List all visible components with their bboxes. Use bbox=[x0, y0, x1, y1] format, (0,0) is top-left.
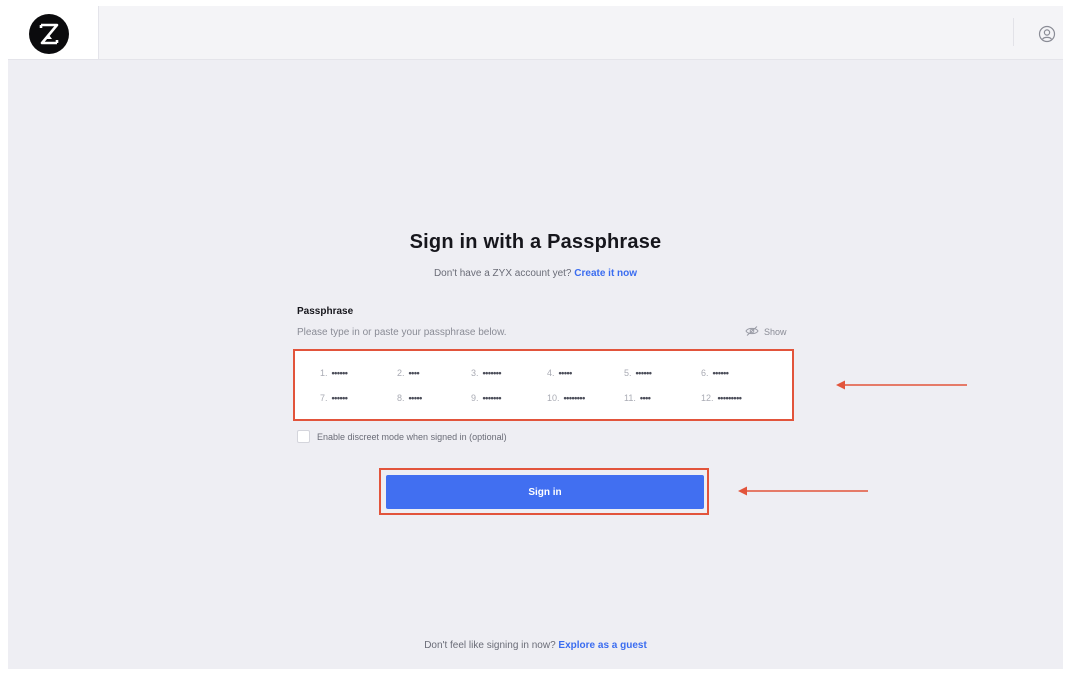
annotation-arrow-passphrase bbox=[836, 380, 967, 390]
word-mask: •••• bbox=[639, 393, 651, 403]
sign-in-button[interactable]: Sign in bbox=[386, 475, 704, 509]
discreet-mode-checkbox[interactable] bbox=[297, 430, 310, 443]
word-number: 11. bbox=[624, 393, 636, 403]
word-mask: ••••• bbox=[408, 393, 423, 403]
word-number: 9. bbox=[471, 393, 479, 403]
user-circle-icon[interactable] bbox=[1038, 25, 1056, 43]
passphrase-word-4[interactable]: 4. ••••• bbox=[547, 368, 572, 378]
word-number: 6. bbox=[701, 368, 709, 378]
annotation-arrow-signin bbox=[738, 486, 868, 496]
word-number: 2. bbox=[397, 368, 405, 378]
passphrase-word-5[interactable]: 5. •••••• bbox=[624, 368, 652, 378]
hourglass-logo-icon[interactable] bbox=[29, 14, 69, 54]
header-divider bbox=[1013, 18, 1014, 46]
page-title: Sign in with a Passphrase bbox=[409, 231, 662, 253]
signup-prompt: Don't have a ZYX account yet? Create it … bbox=[0, 268, 1071, 279]
passphrase-word-8[interactable]: 8. ••••• bbox=[397, 393, 422, 403]
word-mask: ••••••• bbox=[482, 368, 502, 378]
word-number: 3. bbox=[471, 368, 479, 378]
show-label: Show bbox=[764, 327, 787, 337]
logo-area bbox=[8, 6, 99, 59]
passphrase-word-3[interactable]: 3. ••••••• bbox=[471, 368, 502, 378]
eye-off-icon bbox=[745, 326, 759, 338]
show-passphrase-toggle[interactable]: Show bbox=[745, 326, 787, 338]
passphrase-word-10[interactable]: 10. •••••••• bbox=[547, 393, 585, 403]
word-number: 8. bbox=[397, 393, 405, 403]
word-number: 10. bbox=[547, 393, 560, 403]
create-account-link[interactable]: Create it now bbox=[574, 268, 637, 279]
word-number: 1. bbox=[320, 368, 328, 378]
passphrase-help-text: Please type in or paste your passphrase … bbox=[297, 327, 507, 338]
word-mask: •••••• bbox=[712, 368, 729, 378]
passphrase-word-7[interactable]: 7. •••••• bbox=[320, 393, 348, 403]
top-bar bbox=[8, 6, 1063, 60]
word-number: 12. bbox=[701, 393, 714, 403]
guest-prompt: Don't feel like signing in now? Explore … bbox=[0, 640, 1071, 651]
passphrase-word-1[interactable]: 1. •••••• bbox=[320, 368, 348, 378]
passphrase-word-6[interactable]: 6. •••••• bbox=[701, 368, 729, 378]
word-number: 5. bbox=[624, 368, 632, 378]
signup-prompt-text: Don't have a ZYX account yet? bbox=[433, 268, 572, 279]
guest-prompt-text: Don't feel like signing in now? bbox=[424, 640, 556, 651]
word-mask: ••••• bbox=[558, 368, 573, 378]
passphrase-word-11[interactable]: 11. •••• bbox=[624, 393, 651, 403]
explore-as-guest-link[interactable]: Explore as a guest bbox=[558, 640, 646, 651]
word-mask: •••••• bbox=[635, 368, 652, 378]
passphrase-word-2[interactable]: 2. •••• bbox=[397, 368, 420, 378]
word-mask: •••••• bbox=[331, 368, 348, 378]
app-frame bbox=[8, 6, 1063, 669]
word-mask: ••••••••• bbox=[717, 393, 742, 403]
passphrase-word-9[interactable]: 9. ••••••• bbox=[471, 393, 502, 403]
passphrase-label: Passphrase bbox=[297, 306, 354, 317]
word-number: 7. bbox=[320, 393, 328, 403]
passphrase-word-12[interactable]: 12. ••••••••• bbox=[701, 393, 742, 403]
discreet-mode-option[interactable]: Enable discreet mode when signed in (opt… bbox=[297, 430, 507, 443]
word-number: 4. bbox=[547, 368, 555, 378]
word-mask: •••••••• bbox=[563, 393, 586, 403]
word-mask: •••••• bbox=[331, 393, 348, 403]
passphrase-input-grid[interactable]: 1. •••••• 2. •••• 3. ••••••• 4. ••••• 5. •••••• 6.… bbox=[293, 349, 794, 421]
word-mask: •••• bbox=[408, 368, 420, 378]
word-mask: ••••••• bbox=[482, 393, 502, 403]
discreet-mode-label: Enable discreet mode when signed in (opt… bbox=[317, 431, 507, 442]
